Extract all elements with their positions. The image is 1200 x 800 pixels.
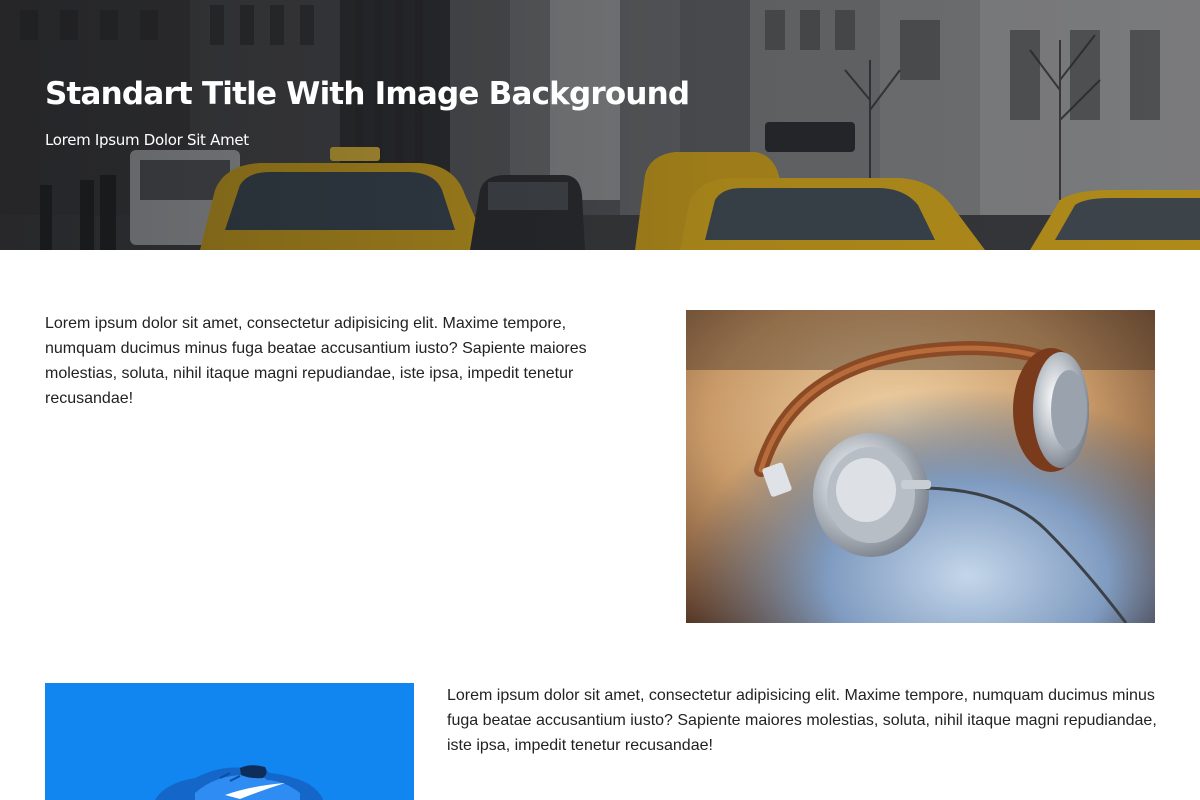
hero-title: Standart Title With Image Background xyxy=(45,76,690,112)
section-1-paragraph: Lorem ipsum dolor sit amet, consectetur … xyxy=(45,315,587,407)
hero-dark-overlay xyxy=(0,0,1200,250)
hero-banner: Standart Title With Image Background Lor… xyxy=(0,0,1200,250)
section-2-paragraph: Lorem ipsum dolor sit amet, consectetur … xyxy=(447,687,1157,754)
headphones-photo xyxy=(686,310,1155,623)
hero-subtitle: Lorem Ipsum Dolor Sit Amet xyxy=(45,131,249,149)
blue-sneaker-photo xyxy=(45,683,414,800)
